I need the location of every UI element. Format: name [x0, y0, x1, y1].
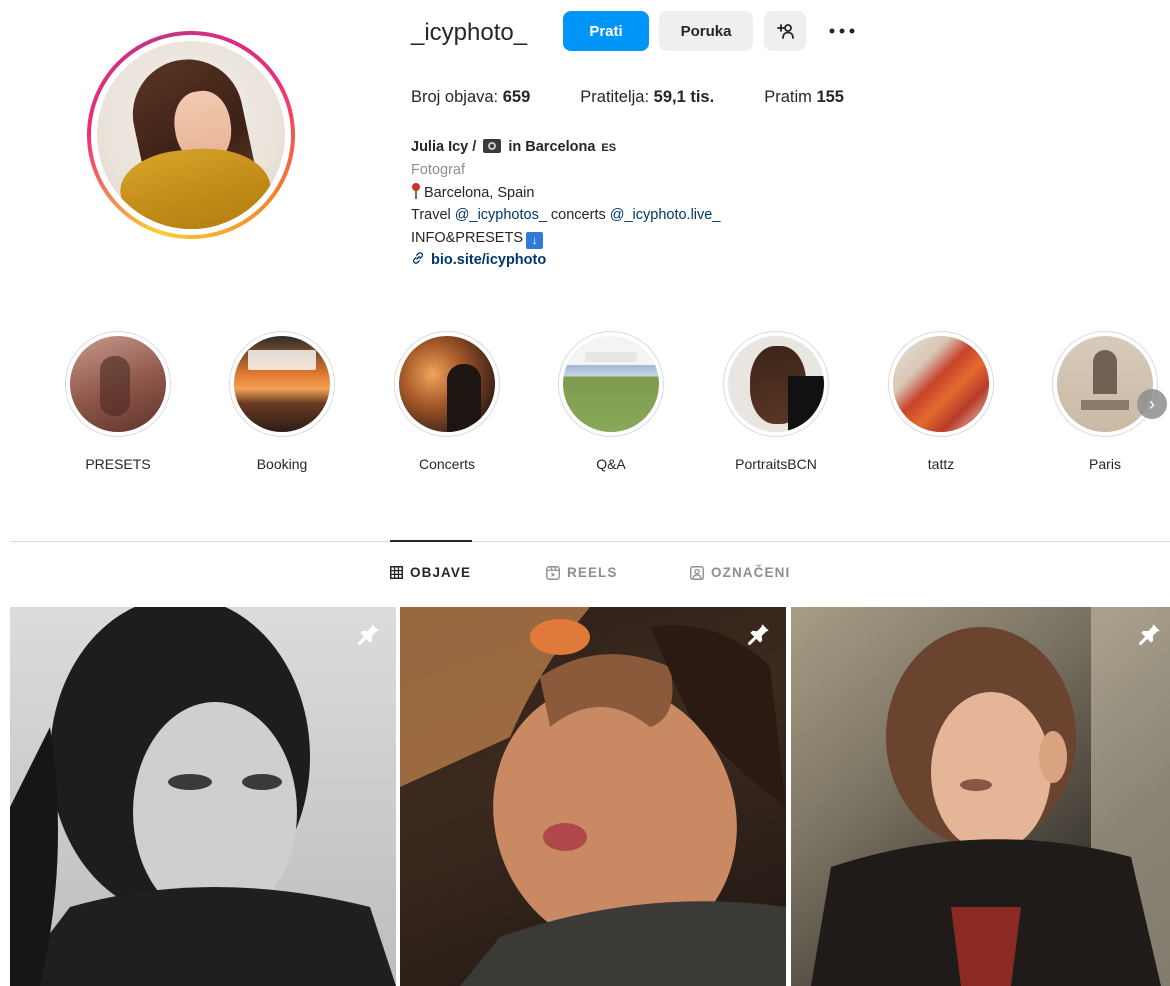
- more-horizontal-icon: [829, 28, 855, 34]
- name-prefix: Julia Icy /: [411, 139, 477, 155]
- person-add-icon: [777, 24, 794, 39]
- bio-location: Barcelona, Spain: [424, 184, 535, 201]
- highlight-label: Q&A: [596, 456, 626, 472]
- highlight-cover: [234, 336, 330, 432]
- bio-info-line: INFO&PRESETS ↓: [411, 227, 720, 249]
- highlight-label: Booking: [256, 456, 308, 472]
- bio-website-link[interactable]: bio.site/icyphoto: [431, 252, 546, 268]
- highlight-portraitsbcn[interactable]: PortraitsBCN: [711, 331, 841, 472]
- bio-website-line[interactable]: bio.site/icyphoto: [411, 249, 720, 271]
- highlight-label: Paris: [1089, 456, 1121, 472]
- highlight-label: Concerts: [418, 456, 476, 472]
- bio-travel-line: Travel @_icyphotos_ concerts @_icyphoto.…: [411, 204, 720, 226]
- profile-bio: Julia Icy / in Barcelona ES Fotograf Bar…: [411, 136, 720, 271]
- highlight-cover: [563, 336, 659, 432]
- concerts-mention-link[interactable]: @_icyphoto.live_: [610, 207, 721, 223]
- tab-label: OZNAČENI: [711, 565, 791, 580]
- post-image: [10, 607, 396, 986]
- posts-label: Broj objava:: [411, 88, 499, 106]
- pin-icon: [1139, 624, 1160, 645]
- profile-category: Fotograf: [411, 162, 465, 179]
- post-thumbnail[interactable]: [791, 607, 1170, 986]
- following-label: Pratim: [764, 88, 812, 106]
- grid-icon: [390, 566, 403, 579]
- highlight-qa[interactable]: Q&A: [546, 331, 676, 472]
- highlight-ring: [65, 331, 171, 437]
- highlights-next-button[interactable]: ›: [1137, 389, 1167, 419]
- message-button[interactable]: Poruka: [659, 11, 753, 51]
- highlight-ring: [229, 331, 335, 437]
- location-pin-icon: [411, 182, 421, 200]
- post-image: [811, 607, 1170, 986]
- tab-label: REELS: [567, 565, 618, 580]
- post-thumbnail[interactable]: [10, 607, 396, 986]
- camera-icon: [483, 139, 502, 153]
- active-tab-indicator: [390, 540, 472, 542]
- tab-reels[interactable]: REELS: [546, 565, 618, 580]
- avatar-border: [91, 35, 291, 235]
- highlight-label: PortraitsBCN: [735, 456, 817, 472]
- profile-avatar[interactable]: [87, 31, 295, 239]
- highlight-booking[interactable]: Booking: [217, 331, 347, 472]
- bio-info-text: INFO&PRESETS: [411, 229, 523, 246]
- highlight-ring: [888, 331, 994, 437]
- highlight-label: tattz: [927, 456, 955, 472]
- highlight-ring: [723, 331, 829, 437]
- highlight-presets[interactable]: PRESETS: [53, 331, 183, 472]
- following-value: 155: [816, 88, 844, 106]
- highlight-cover: [70, 336, 166, 432]
- avatar-photo: [97, 41, 285, 229]
- profile-username: _icyphoto_: [411, 19, 528, 46]
- highlight-cover: [1057, 336, 1153, 432]
- bio-location-line: Barcelona, Spain: [411, 182, 720, 204]
- followers-value: 59,1 tis.: [653, 88, 715, 106]
- tab-tagged[interactable]: OZNAČENI: [690, 565, 790, 580]
- follow-button[interactable]: Prati: [563, 11, 649, 51]
- followers-count[interactable]: Pratitelja: 59,1 tis.: [580, 88, 714, 107]
- post-image: [400, 607, 786, 986]
- suggest-users-button[interactable]: [764, 11, 806, 51]
- highlight-label: PRESETS: [85, 456, 151, 472]
- highlight-tattz[interactable]: tattz: [876, 331, 1006, 472]
- tabs-divider: [10, 541, 1170, 542]
- link-icon: [413, 252, 423, 264]
- reels-icon: [546, 565, 560, 580]
- profile-stats: Broj objava: 659 Pratitelja: 59,1 tis. P…: [411, 88, 894, 107]
- tab-label: OBJAVE: [410, 565, 472, 580]
- followers-label: Pratitelja:: [580, 88, 650, 106]
- arrow-down-icon: ↓: [526, 231, 543, 249]
- spain-flag-label: ES: [601, 142, 617, 154]
- post-thumbnail[interactable]: [400, 607, 786, 986]
- travel-mention-link[interactable]: @_icyphotos_: [455, 207, 547, 223]
- pin-icon: [748, 624, 769, 645]
- following-count[interactable]: Pratim 155: [764, 88, 844, 107]
- highlight-cover: [893, 336, 989, 432]
- highlight-cover: [728, 336, 824, 432]
- pin-icon: [358, 624, 379, 645]
- highlight-cover: [399, 336, 495, 432]
- posts-value: 659: [502, 88, 531, 106]
- more-options-button[interactable]: [822, 11, 862, 51]
- tagged-icon: [690, 565, 704, 580]
- highlight-ring: [558, 331, 664, 437]
- bio-travel-text: Travel: [411, 207, 451, 224]
- tab-posts[interactable]: OBJAVE: [390, 565, 471, 580]
- highlight-ring: [394, 331, 500, 437]
- name-suffix: in Barcelona: [508, 139, 596, 155]
- chevron-right-icon: ›: [1149, 393, 1155, 414]
- posts-count: Broj objava: 659: [411, 88, 530, 107]
- highlight-ring: [1052, 331, 1158, 437]
- highlight-concerts[interactable]: Concerts: [382, 331, 512, 472]
- bio-concerts-text: concerts: [550, 207, 606, 224]
- profile-full-name: Julia Icy / in Barcelona ES: [411, 136, 720, 159]
